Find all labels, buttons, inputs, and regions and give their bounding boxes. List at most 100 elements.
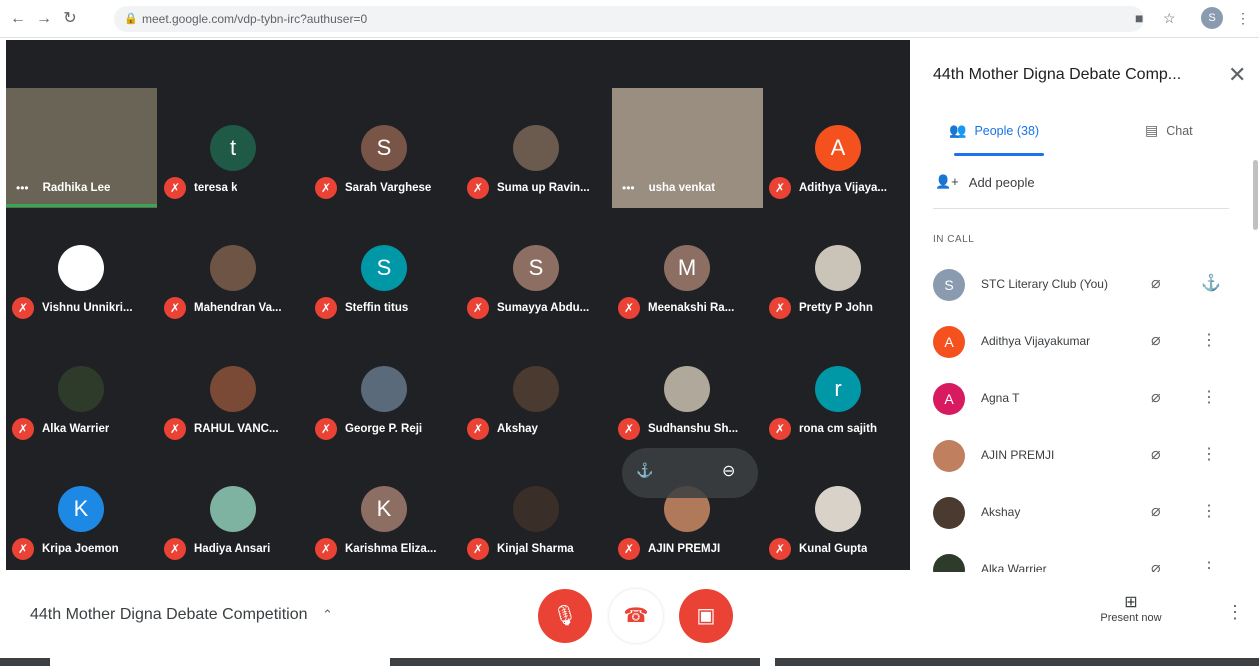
participant-avatar xyxy=(933,497,965,529)
present-now-button[interactable]: ⊞ Present now xyxy=(1096,592,1166,624)
profile-avatar[interactable]: S xyxy=(1201,7,1223,29)
participant-name: Suma up Ravin... xyxy=(497,182,590,194)
participant-photo xyxy=(815,486,861,532)
tile-label: ✗ AJIN PREMJI xyxy=(618,537,720,561)
more-options-icon[interactable]: ⋮ xyxy=(1201,330,1217,350)
menu-icon[interactable]: ⋮ xyxy=(1236,10,1250,27)
tile-label: ✗ Vishnu Unnikri... xyxy=(12,296,133,320)
participant-tile[interactable]: M ✗ Meenakshi Ra... xyxy=(612,208,762,328)
add-person-icon: 👤+ xyxy=(935,174,959,189)
tile-label: ✗ Adithya Vijaya... xyxy=(769,176,887,200)
tab-chat-label: Chat xyxy=(1166,123,1193,138)
more-options-icon[interactable]: ⋮ xyxy=(1201,444,1217,464)
mic-off-icon[interactable]: ⌀ xyxy=(1151,501,1161,521)
participant-tile[interactable]: ✗ AJIN PREMJI ⚓ ⊖ xyxy=(612,448,762,569)
participant-avatar: A xyxy=(933,383,965,415)
participant-tile[interactable]: A ✗ Adithya Vijaya... xyxy=(763,88,913,208)
participant-tile[interactable]: ✗ Mahendran Va... xyxy=(158,208,308,328)
participant-tile[interactable]: ✗ Pretty P John xyxy=(763,208,913,328)
lock-icon: 🔒 xyxy=(124,13,138,25)
back-icon[interactable]: ← xyxy=(8,9,28,29)
participant-tile[interactable]: r ✗ rona cm sajith xyxy=(763,329,913,449)
tile-label: ✗ Pretty P John xyxy=(769,296,873,320)
participant-tile[interactable]: S ✗ Steffin titus xyxy=(309,208,459,328)
phone-hangup-icon: ☎ xyxy=(623,605,649,627)
remove-icon[interactable]: ⊖ xyxy=(722,461,735,481)
star-icon[interactable]: ☆ xyxy=(1163,10,1176,27)
mic-muted-icon: ✗ xyxy=(12,538,34,560)
panel-scrollbar[interactable] xyxy=(1253,160,1258,230)
participant-name: Kunal Gupta xyxy=(799,543,868,555)
participant-photo xyxy=(664,366,710,412)
tile-label: ✗ Kinjal Sharma xyxy=(467,537,574,561)
participant-name: Akshay xyxy=(497,423,538,435)
tab-people[interactable]: 👥 People (38) xyxy=(949,122,1039,139)
forward-icon[interactable]: → xyxy=(34,9,54,29)
participant-tile[interactable]: ✗ Vishnu Unnikri... xyxy=(6,208,156,328)
mic-off-icon[interactable]: ⌀ xyxy=(1151,273,1161,293)
participant-tile[interactable]: ✗ Akshay xyxy=(461,329,611,449)
close-icon[interactable]: ✕ xyxy=(1228,62,1246,88)
participant-name: Alka Warrier xyxy=(42,423,110,435)
participant-tile[interactable]: S ✗ Sumayya Abdu... xyxy=(461,208,611,328)
mic-muted-icon: ✗ xyxy=(164,177,186,199)
pin-icon[interactable]: ⚓ xyxy=(636,462,653,479)
participant-row[interactable]: A Adithya Vijayakumar ⌀ ⋮ xyxy=(933,326,1243,366)
participant-tile[interactable]: ••• Radhika Lee xyxy=(6,88,157,208)
participant-tile[interactable]: ✗ Sudhanshu Sh... xyxy=(612,329,762,449)
tab-people-label: People (38) xyxy=(974,123,1040,138)
more-options-icon[interactable]: ⋮ xyxy=(1226,602,1244,623)
participant-photo xyxy=(361,366,407,412)
audio-level-icon: ••• xyxy=(16,181,29,195)
tile-label: ••• Radhika Lee xyxy=(12,176,110,200)
participant-tile[interactable]: t ✗ teresa k xyxy=(158,88,308,208)
participant-tile[interactable]: ••• usha venkat xyxy=(612,88,763,208)
participant-tile[interactable]: ✗ Alka Warrier xyxy=(6,329,156,449)
tile-label: ✗ Sudhanshu Sh... xyxy=(618,417,738,441)
participant-tile[interactable]: K ✗ Kripa Joemon xyxy=(6,449,156,569)
participant-tile[interactable]: ✗ George P. Reji xyxy=(309,329,459,449)
participant-name: Adithya Vijaya... xyxy=(799,182,887,194)
address-bar[interactable]: 🔒 meet.google.com/vdp-tybn-irc?authuser=… xyxy=(114,6,1144,32)
participant-row[interactable]: AJIN PREMJI ⌀ ⋮ xyxy=(933,440,1243,480)
participant-avatar: S xyxy=(513,245,559,291)
participant-photo xyxy=(815,245,861,291)
participant-tile[interactable]: S ✗ Sarah Varghese xyxy=(309,88,459,208)
leave-call-button[interactable]: ☎ xyxy=(609,589,663,643)
camera-off-button[interactable]: ▣ xyxy=(679,589,733,643)
reload-icon[interactable]: ↻ xyxy=(60,9,80,29)
participant-avatar: t xyxy=(210,125,256,171)
more-options-icon[interactable]: ⋮ xyxy=(1201,501,1217,521)
camera-indicator-icon[interactable]: ■ xyxy=(1135,10,1143,26)
mic-off-icon[interactable]: ⌀ xyxy=(1151,387,1161,407)
meeting-details-button[interactable]: 44th Mother Digna Debate Competition ⌃ xyxy=(30,606,333,624)
participant-tile[interactable]: ✗ RAHUL VANC... xyxy=(158,329,308,449)
mic-off-icon[interactable]: ⌀ xyxy=(1151,330,1161,350)
participant-tile[interactable]: ✗ Hadiya Ansari xyxy=(158,449,308,569)
participant-avatar: A xyxy=(815,125,861,171)
mic-muted-icon: ✗ xyxy=(618,418,640,440)
tile-label: ✗ Sumayya Abdu... xyxy=(467,296,589,320)
participant-row[interactable]: S STC Literary Club (You) ⌀ ⚓ xyxy=(933,269,1243,309)
present-label: Present now xyxy=(1100,612,1162,624)
more-options-icon[interactable]: ⋮ xyxy=(1201,387,1217,407)
taskbar-strip xyxy=(0,658,50,666)
tab-chat[interactable]: ▤ Chat xyxy=(1145,122,1193,139)
participant-tile[interactable]: ✗ Suma up Ravin... xyxy=(461,88,611,208)
mic-muted-icon: ✗ xyxy=(769,177,791,199)
participant-tile[interactable]: ✗ Kinjal Sharma xyxy=(461,449,611,569)
pin-icon[interactable]: ⚓ xyxy=(1201,273,1221,293)
mic-off-icon[interactable]: ⌀ xyxy=(1151,444,1161,464)
participant-tile[interactable]: ✗ Kunal Gupta xyxy=(763,449,913,569)
tile-hover-controls[interactable]: ⚓ ⊖ xyxy=(622,448,758,498)
mic-muted-icon: ✗ xyxy=(467,297,489,319)
tile-label: ✗ Suma up Ravin... xyxy=(467,176,590,200)
participant-tile[interactable]: K ✗ Karishma Eliza... xyxy=(309,449,459,569)
mic-off-button[interactable]: 🎙 xyxy=(538,589,592,643)
add-people-button[interactable]: 👤+ Add people xyxy=(935,174,1035,190)
mic-muted-icon: ✗ xyxy=(315,297,337,319)
participant-row[interactable]: A Agna T ⌀ ⋮ xyxy=(933,383,1243,423)
participant-name: AJIN PREMJI xyxy=(981,448,1055,462)
participant-row[interactable]: Akshay ⌀ ⋮ xyxy=(933,497,1243,537)
chevron-up-icon: ⌃ xyxy=(321,607,333,622)
